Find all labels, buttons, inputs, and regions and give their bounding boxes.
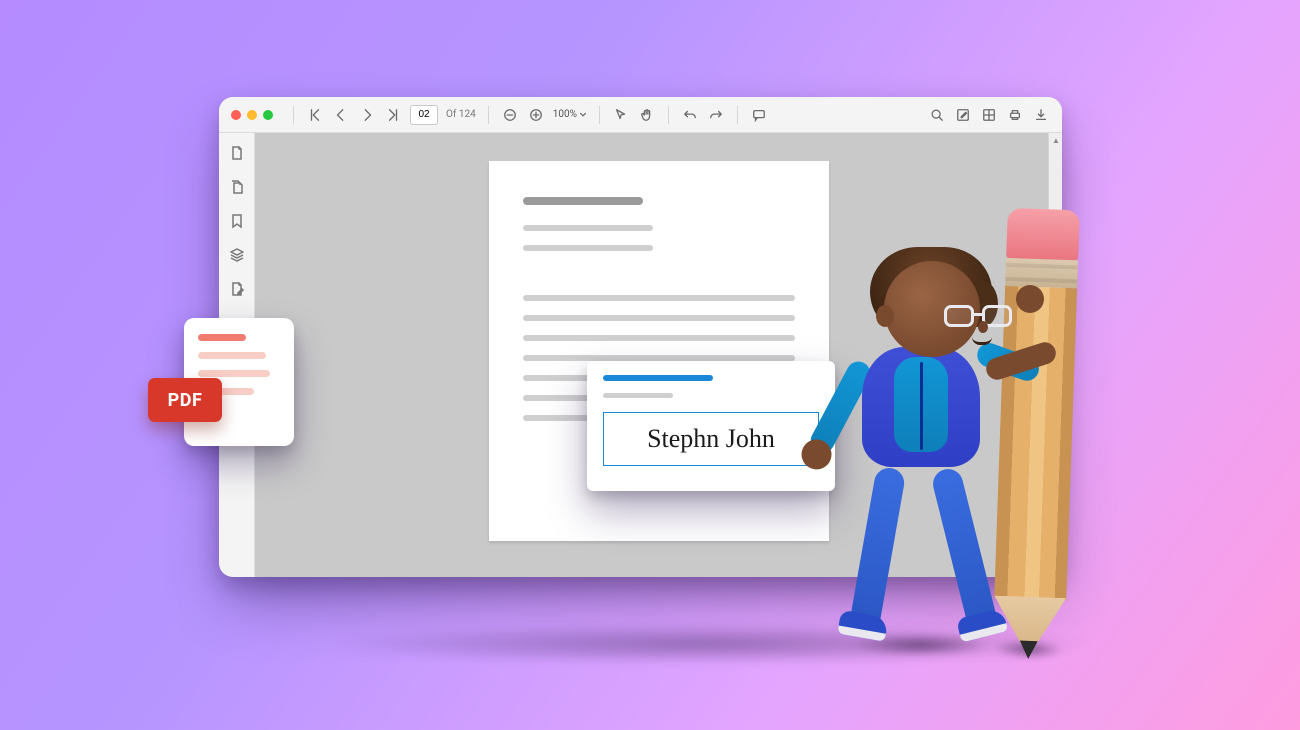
toolbar-divider — [737, 106, 738, 124]
scroll-up-icon[interactable]: ▲ — [1049, 133, 1062, 147]
pdf-card-line — [198, 352, 266, 359]
toolbar-divider — [488, 106, 489, 124]
undo-icon[interactable] — [681, 106, 699, 124]
toolbar-divider — [599, 106, 600, 124]
pencil-ferrule — [1005, 258, 1078, 288]
close-icon[interactable] — [231, 110, 241, 120]
signature-card: Stephn John — [587, 361, 835, 491]
signature-card-title-placeholder — [603, 375, 713, 381]
page-text-placeholder — [523, 225, 653, 231]
last-page-icon[interactable] — [384, 106, 402, 124]
signature-value: Stephn John — [647, 424, 775, 454]
page-text-placeholder — [523, 295, 795, 301]
pdf-document-card: PDF — [184, 318, 294, 446]
next-page-icon[interactable] — [358, 106, 376, 124]
pages-stack-icon[interactable] — [229, 179, 245, 195]
page-text-placeholder — [523, 315, 795, 321]
pdf-card-line — [198, 334, 246, 341]
pdf-card-line — [198, 370, 270, 377]
maximize-icon[interactable] — [263, 110, 273, 120]
layers-icon[interactable] — [229, 247, 245, 263]
minimize-icon[interactable] — [247, 110, 257, 120]
page-total-label: Of 124 — [446, 109, 476, 120]
pdf-badge: PDF — [148, 378, 222, 422]
prev-page-icon[interactable] — [332, 106, 350, 124]
pdf-badge-label: PDF — [168, 390, 203, 411]
pencil-lead — [1019, 641, 1038, 660]
pencil-eraser — [1006, 208, 1080, 262]
edit-annotation-icon[interactable] — [954, 106, 972, 124]
bookmark-icon[interactable] — [229, 213, 245, 229]
redo-icon[interactable] — [707, 106, 725, 124]
character-illustration — [840, 255, 1010, 655]
chevron-down-icon — [579, 111, 587, 119]
first-page-icon[interactable] — [306, 106, 324, 124]
zoom-level-dropdown[interactable]: 100% — [553, 109, 587, 120]
page-text-placeholder — [523, 335, 795, 341]
window-controls — [231, 110, 273, 120]
cursor-icon[interactable] — [612, 106, 630, 124]
toolbar-divider — [293, 106, 294, 124]
signature-card-subtitle-placeholder — [603, 393, 673, 398]
toolbar-divider — [668, 106, 669, 124]
page-icon[interactable] — [229, 145, 245, 161]
download-icon[interactable] — [1032, 106, 1050, 124]
zoom-out-icon[interactable] — [501, 106, 519, 124]
signature-field[interactable]: Stephn John — [603, 412, 819, 466]
print-icon[interactable] — [1006, 106, 1024, 124]
zoom-in-icon[interactable] — [527, 106, 545, 124]
page-number-input[interactable] — [410, 105, 438, 125]
sign-document-icon[interactable] — [229, 281, 245, 297]
comment-icon[interactable] — [750, 106, 768, 124]
search-icon[interactable] — [928, 106, 946, 124]
page-heading-placeholder — [523, 197, 643, 205]
hand-icon[interactable] — [638, 106, 656, 124]
page-text-placeholder — [523, 245, 653, 251]
zoom-level-value: 100% — [553, 109, 577, 120]
viewer-toolbar: Of 124 100% — [219, 97, 1062, 133]
grid-icon[interactable] — [980, 106, 998, 124]
